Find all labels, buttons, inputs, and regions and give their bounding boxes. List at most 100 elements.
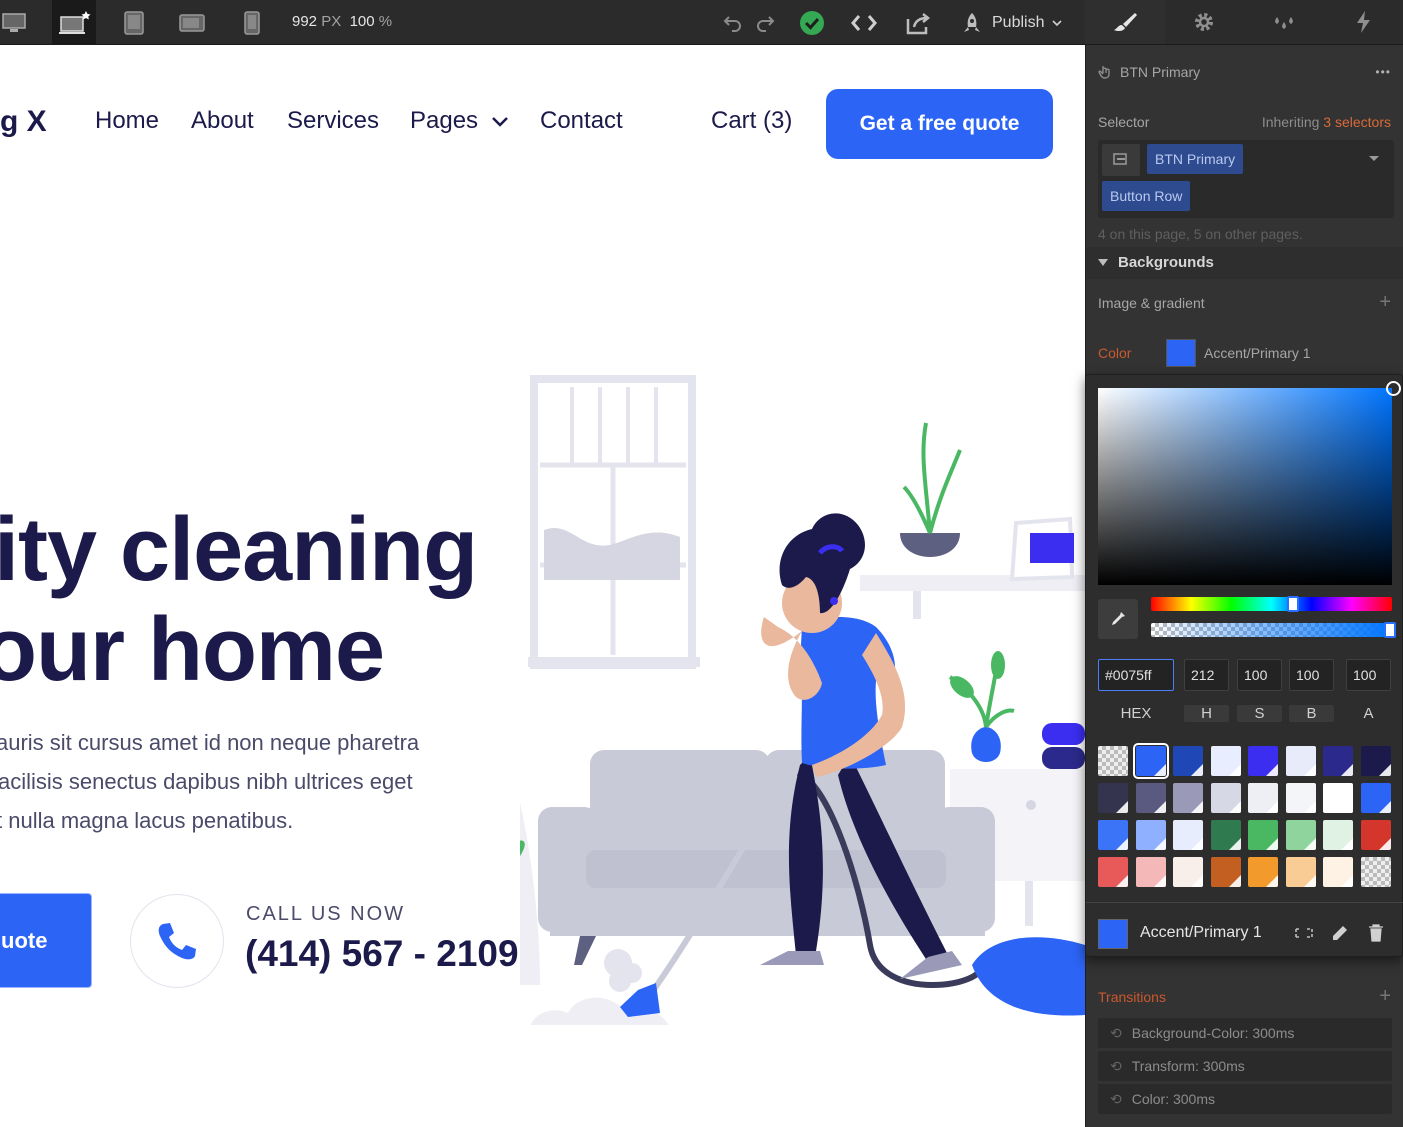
tab-lightning[interactable] xyxy=(1324,0,1403,44)
tab-interactions[interactable] xyxy=(1244,0,1324,44)
color-swatch-cell[interactable] xyxy=(1360,783,1391,813)
color-swatch-cell[interactable] xyxy=(1098,857,1128,887)
transition-item[interactable]: ⟲ Transform: 300ms xyxy=(1098,1051,1392,1081)
color-swatch-cell[interactable] xyxy=(1323,746,1353,776)
desktop-star-icon[interactable] xyxy=(52,0,96,45)
color-swatch-cell[interactable] xyxy=(1135,857,1166,887)
transition-label: Background-Color: 300ms xyxy=(1131,1025,1295,1041)
detach-icon[interactable] xyxy=(1293,923,1315,943)
code-icon[interactable] xyxy=(849,8,879,38)
color-swatch-cell[interactable] xyxy=(1135,783,1166,813)
add-icon[interactable]: + xyxy=(1379,292,1391,312)
eyedropper-icon[interactable] xyxy=(1098,599,1138,639)
saturation-brightness-area[interactable] xyxy=(1098,388,1392,585)
color-swatch-cell[interactable] xyxy=(1285,783,1316,813)
transition-icon: ⟲ xyxy=(1110,1057,1122,1074)
more-options-icon[interactable]: ••• xyxy=(1375,65,1391,79)
alpha-slider-knob[interactable] xyxy=(1384,622,1396,638)
color-swatch-cell[interactable] xyxy=(1098,820,1128,850)
color-row[interactable]: Color Accent/Primary 1 xyxy=(1086,335,1403,371)
color-swatch-cell[interactable] xyxy=(1098,783,1128,813)
saturation-knob[interactable] xyxy=(1386,381,1401,396)
cart-link[interactable]: Cart (3) xyxy=(711,107,792,135)
color-swatch-cell[interactable] xyxy=(1248,820,1278,850)
export-icon[interactable] xyxy=(904,8,934,38)
transition-item[interactable]: ⟲ Color: 300ms xyxy=(1098,1084,1392,1114)
color-swatch-cell[interactable] xyxy=(1173,783,1203,813)
swatch-corner xyxy=(1116,801,1128,813)
call-number[interactable]: (414) 567 - 2109 xyxy=(245,933,519,975)
transition-item[interactable]: ⟲ Background-Color: 300ms xyxy=(1098,1018,1392,1048)
color-swatch-cell[interactable] xyxy=(1285,857,1316,887)
trash-icon[interactable] xyxy=(1367,923,1385,943)
color-swatch-cell[interactable] xyxy=(1285,746,1316,776)
hue-input[interactable]: 212 xyxy=(1184,659,1229,691)
color-swatch-cell[interactable] xyxy=(1132,743,1169,779)
color-swatch-cell[interactable] xyxy=(1098,746,1128,776)
saturation-input[interactable]: 100 xyxy=(1237,659,1282,691)
viewport-size[interactable]: 992 PX 100 % xyxy=(292,13,392,30)
check-circle-icon[interactable] xyxy=(797,8,827,38)
color-swatch-cell[interactable] xyxy=(1248,746,1278,776)
hue-slider-knob[interactable] xyxy=(1287,596,1300,612)
color-swatch-cell[interactable] xyxy=(1210,820,1241,850)
swatch-corner xyxy=(1378,764,1391,776)
color-swatch-cell[interactable] xyxy=(1173,746,1203,776)
alpha-slider[interactable] xyxy=(1151,623,1392,637)
color-swatch-cell[interactable] xyxy=(1360,746,1391,776)
backgrounds-section-header[interactable]: Backgrounds xyxy=(1086,247,1403,279)
color-swatch-cell[interactable] xyxy=(1323,820,1353,850)
current-swatch[interactable] xyxy=(1098,919,1128,949)
nav-home[interactable]: Home xyxy=(95,107,159,135)
tab-style[interactable] xyxy=(1085,0,1165,44)
inheriting-count[interactable]: 3 selectors xyxy=(1323,114,1391,130)
design-canvas[interactable]: g X Home About Services Pages Contact Ca… xyxy=(0,45,1085,1127)
hero-quote-button[interactable]: uote xyxy=(0,893,92,988)
selector-label: Selector xyxy=(1098,114,1150,130)
selector-field[interactable]: BTN Primary Button Row xyxy=(1098,140,1394,218)
brush-icon xyxy=(1113,13,1137,32)
publish-button[interactable]: Publish xyxy=(960,0,1063,45)
chevron-down-icon[interactable] xyxy=(1368,155,1380,163)
color-swatch-cell[interactable] xyxy=(1173,820,1203,850)
color-swatch[interactable] xyxy=(1166,339,1196,367)
tab-settings[interactable] xyxy=(1165,0,1245,44)
color-swatch-cell[interactable] xyxy=(1323,783,1353,813)
color-swatch-cell[interactable] xyxy=(1360,820,1391,850)
color-swatch-cell[interactable] xyxy=(1210,746,1241,776)
alpha-input[interactable]: 100 xyxy=(1346,659,1391,691)
add-icon[interactable]: + xyxy=(1379,986,1391,1006)
undo-icon[interactable] xyxy=(718,8,748,38)
swatch-corner xyxy=(1341,764,1353,776)
color-swatch-cell[interactable] xyxy=(1323,857,1353,887)
color-swatch-cell[interactable] xyxy=(1210,783,1241,813)
hex-input[interactable]: #0075ff xyxy=(1098,659,1174,691)
get-quote-button[interactable]: Get a free quote xyxy=(826,89,1053,159)
color-swatch-cell[interactable] xyxy=(1285,820,1316,850)
tablet-icon[interactable] xyxy=(112,0,156,45)
hue-slider[interactable] xyxy=(1151,597,1392,611)
site-logo[interactable]: g X xyxy=(0,105,47,139)
phone-icon[interactable] xyxy=(230,0,274,45)
selector-chip-button-row[interactable]: Button Row xyxy=(1102,181,1191,211)
inheriting-label: Inheriting xyxy=(1261,114,1320,130)
nav-services[interactable]: Services xyxy=(287,107,379,135)
desktop-icon[interactable] xyxy=(0,0,36,45)
swatch-corner xyxy=(1303,764,1316,776)
selector-chip-btn-primary[interactable]: BTN Primary xyxy=(1147,144,1244,174)
tablet-landscape-icon[interactable] xyxy=(170,0,214,45)
redo-icon[interactable] xyxy=(750,8,780,38)
chevron-down-icon[interactable] xyxy=(491,116,509,128)
pencil-icon[interactable] xyxy=(1330,923,1350,943)
nav-contact[interactable]: Contact xyxy=(540,107,623,135)
color-swatch-cell[interactable] xyxy=(1173,857,1203,887)
brightness-input[interactable]: 100 xyxy=(1289,659,1334,691)
nav-about[interactable]: About xyxy=(191,107,254,135)
color-swatch-cell[interactable] xyxy=(1210,857,1241,887)
color-swatch-cell[interactable] xyxy=(1248,783,1278,813)
phone-call-button[interactable] xyxy=(130,894,224,988)
color-swatch-cell[interactable] xyxy=(1360,857,1391,887)
nav-pages[interactable]: Pages xyxy=(410,107,478,135)
color-swatch-cell[interactable] xyxy=(1248,857,1278,887)
color-swatch-cell[interactable] xyxy=(1135,820,1166,850)
